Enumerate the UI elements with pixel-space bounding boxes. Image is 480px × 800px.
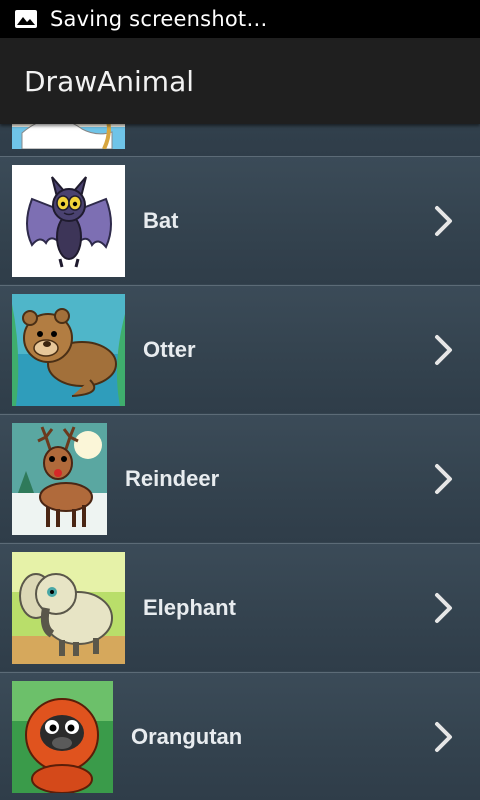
chevron-right-icon xyxy=(435,721,452,752)
list-item-orangutan[interactable]: Orangutan xyxy=(0,672,480,800)
list-item-label: Otter xyxy=(143,336,196,362)
list-item-label: Reindeer xyxy=(125,465,220,491)
list-item-label: Orangutan xyxy=(131,723,243,749)
image-icon xyxy=(15,10,37,28)
chevron-right-icon xyxy=(435,334,452,365)
reindeer-picture xyxy=(12,423,107,535)
status-notification-text: Saving screenshot… xyxy=(50,7,268,31)
elephant-picture xyxy=(12,552,125,664)
chevron-right-icon xyxy=(435,205,452,236)
list-item-otter[interactable]: Otter xyxy=(0,285,480,413)
status-bar: Saving screenshot… xyxy=(0,0,480,38)
otter-picture xyxy=(12,294,125,406)
list-item-label: Bat xyxy=(143,207,179,233)
chevron-right-icon xyxy=(435,463,452,494)
action-bar: DrawAnimal xyxy=(0,38,480,124)
chevron-right-icon xyxy=(435,592,452,623)
list-item-bat[interactable]: Bat xyxy=(0,156,480,284)
list-item[interactable] xyxy=(0,124,480,156)
animal-list[interactable]: Bat Otter Reindeer Elephant Orangutan xyxy=(0,124,480,800)
bird-picture xyxy=(12,124,125,149)
app-title: DrawAnimal xyxy=(24,64,195,98)
orangutan-picture xyxy=(12,681,113,793)
list-item-label: Elephant xyxy=(143,594,236,620)
list-item-elephant[interactable]: Elephant xyxy=(0,543,480,671)
bat-picture xyxy=(12,165,125,277)
list-item-reindeer[interactable]: Reindeer xyxy=(0,414,480,542)
